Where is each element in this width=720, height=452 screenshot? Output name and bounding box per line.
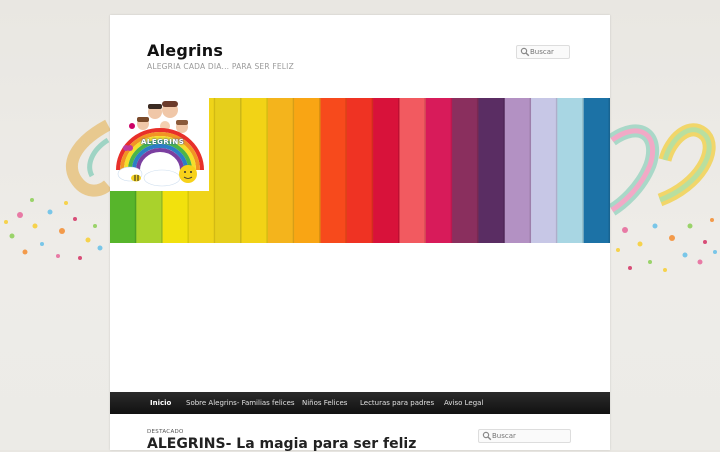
banner-stripe-shade: [371, 98, 374, 243]
site-logo[interactable]: ALEGRINS: [110, 98, 209, 191]
featured-label: DESTACADO: [147, 429, 184, 435]
sidebar-search-input[interactable]: [492, 430, 568, 442]
nav-item-inicio[interactable]: Inicio: [150, 392, 171, 414]
sidebar-search[interactable]: [478, 429, 571, 443]
banner-stripe: [346, 98, 374, 243]
banner-stripe: [399, 98, 427, 243]
banner-stripe-shade: [240, 98, 242, 243]
banner-stripe-shade: [397, 98, 400, 243]
banner-stripe-shade: [319, 98, 321, 243]
banner-stripe: [557, 98, 585, 243]
banner-stripe: [425, 98, 453, 243]
banner-stripe-shade: [503, 98, 505, 243]
nav-item-ninos-felices[interactable]: Niños Felices: [302, 392, 347, 414]
banner-stripe: [294, 98, 322, 243]
banner-stripe: [320, 98, 348, 243]
nav-item-sobre-alegrins[interactable]: Sobre Alegrins- Familias felices: [186, 392, 295, 414]
banner-stripe: [478, 98, 506, 243]
search-icon: [520, 47, 530, 57]
banner-stripe-shade: [450, 98, 453, 243]
banner-stripe: [241, 98, 269, 243]
main-navigation: Inicio Sobre Alegrins- Familias felices …: [110, 392, 610, 414]
banner-stripe-shade: [292, 98, 295, 243]
header-banner: ALEGRINS: [110, 98, 610, 243]
banner-stripe-shade: [608, 98, 610, 243]
banner-stripe: [215, 98, 243, 243]
page-container: Alegrins ALEGRIA CADA DIA... PARA SER FE…: [110, 15, 610, 452]
banner-stripe: [583, 98, 610, 243]
banner-stripe-shade: [266, 98, 268, 243]
banner-stripe-shade: [555, 98, 558, 243]
banner-stripe: [452, 98, 480, 243]
banner-stripe-shade: [424, 98, 426, 243]
banner-stripe-shade: [476, 98, 479, 243]
banner-stripe-shade: [345, 98, 347, 243]
nav-item-aviso-legal[interactable]: Aviso Legal: [444, 392, 483, 414]
banner-stripe-shade: [529, 98, 532, 243]
banner-stripe: [531, 98, 558, 243]
banner-stripe: [267, 98, 295, 243]
banner-stripe-shade: [582, 98, 584, 243]
logo-text: ALEGRINS: [141, 138, 185, 146]
site-description: ALEGRIA CADA DIA... PARA SER FELIZ: [147, 62, 294, 71]
search-icon: [482, 431, 492, 441]
site-title[interactable]: Alegrins: [147, 41, 223, 60]
nav-item-lecturas-para-padres[interactable]: Lecturas para padres: [360, 392, 434, 414]
header-search-input[interactable]: [530, 46, 568, 58]
banner-stripe-shade: [213, 98, 216, 243]
confetti-left: [4, 198, 103, 260]
banner-stripe: [373, 98, 401, 243]
banner-stripe: [504, 98, 532, 243]
confetti-right: [616, 218, 717, 272]
header-search[interactable]: [516, 45, 570, 59]
